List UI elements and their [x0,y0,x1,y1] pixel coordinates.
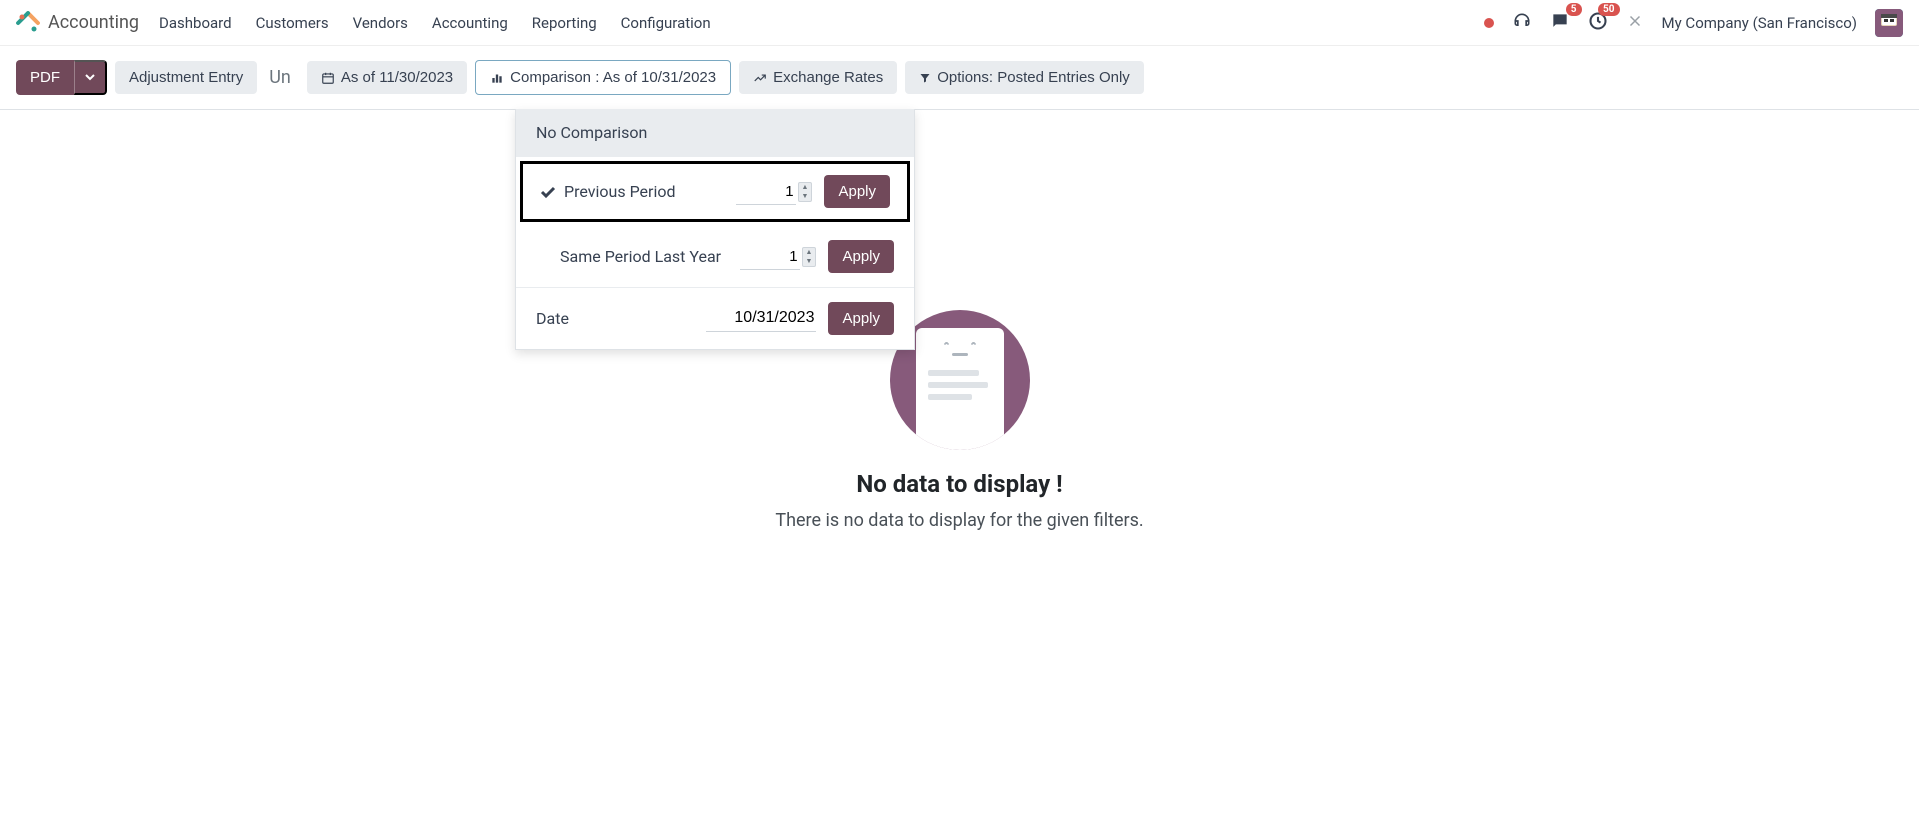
previous-period-spinner[interactable]: ▲▼ [798,182,813,202]
activities-badge: 50 [1598,3,1619,16]
nav-configuration[interactable]: Configuration [621,14,711,32]
pdf-caret[interactable] [74,60,107,95]
comparison-filter[interactable]: Comparison : As of 10/31/2023 [475,60,731,95]
options-filter[interactable]: Options: Posted Entries Only [905,61,1144,94]
tools-icon[interactable] [1626,12,1644,34]
nav-reporting[interactable]: Reporting [532,14,597,32]
comparison-label: Comparison : As of 10/31/2023 [510,69,716,86]
date-option[interactable]: Date Apply [516,288,914,349]
spin-down-icon[interactable]: ▼ [803,257,816,266]
exchange-rates-filter[interactable]: Exchange Rates [739,61,897,94]
nav-menu: Dashboard Customers Vendors Accounting R… [159,14,711,32]
check-icon [540,184,556,200]
nav-right: 5 50 My Company (San Francisco) [1484,9,1903,37]
filter-icon [919,72,931,84]
nav-customers[interactable]: Customers [256,14,329,32]
date-apply[interactable]: Apply [828,302,894,335]
same-period-label: Same Period Last Year [560,247,740,266]
report-toolbar: PDF Adjustment Entry Un As of 11/30/2023… [0,46,1919,110]
same-period-spinner[interactable]: ▲▼ [802,247,817,267]
options-label: Options: Posted Entries Only [937,69,1130,86]
nav-dashboard[interactable]: Dashboard [159,14,232,32]
empty-state: No data to display ! There is no data to… [0,310,1919,531]
same-period-count[interactable] [740,244,800,270]
messages-badge: 5 [1566,3,1582,16]
nav-vendors[interactable]: Vendors [353,14,408,32]
app-logo-icon [16,11,40,35]
status-dot [1484,18,1494,28]
pdf-button[interactable]: PDF [16,60,74,95]
asof-label: As of 11/30/2023 [341,69,453,86]
previous-period-label: Previous Period [564,182,736,201]
breadcrumb-partial: Un [269,67,291,88]
comparison-date-input[interactable] [706,305,816,332]
previous-period-option[interactable]: Previous Period ▲▼ Apply [520,161,910,222]
empty-subtitle: There is no data to display for the give… [775,510,1143,531]
comparison-dropdown: No Comparison Previous Period ▲▼ Apply S… [515,109,915,350]
same-period-apply[interactable]: Apply [828,240,894,273]
previous-period-apply[interactable]: Apply [824,175,890,208]
user-avatar[interactable] [1875,9,1903,37]
exchange-label: Exchange Rates [773,69,883,86]
brand[interactable]: Accounting [16,11,139,35]
spin-up-icon[interactable]: ▲ [799,183,812,192]
previous-period-count[interactable] [736,179,796,205]
bar-chart-icon [490,71,504,85]
pdf-split-button: PDF [16,60,107,95]
adjustment-entry-button[interactable]: Adjustment Entry [115,61,257,94]
asof-filter[interactable]: As of 11/30/2023 [307,61,467,94]
messages-icon[interactable]: 5 [1550,11,1570,35]
support-icon[interactable] [1512,11,1532,35]
spin-up-icon[interactable]: ▲ [803,248,816,257]
no-comparison-label: No Comparison [536,123,647,142]
calendar-icon [321,71,335,85]
spin-down-icon[interactable]: ▼ [799,192,812,201]
caret-down-icon [85,72,95,82]
activities-icon[interactable]: 50 [1588,11,1608,35]
company-selector[interactable]: My Company (San Francisco) [1662,14,1857,32]
no-comparison-option[interactable]: No Comparison [516,109,914,157]
date-label: Date [536,309,706,328]
same-period-option[interactable]: Same Period Last Year ▲▼ Apply [516,226,914,288]
navbar: Accounting Dashboard Customers Vendors A… [0,0,1919,46]
line-chart-icon [753,71,767,85]
nav-accounting[interactable]: Accounting [432,14,508,32]
empty-title: No data to display ! [856,470,1062,498]
app-title: Accounting [48,12,139,33]
